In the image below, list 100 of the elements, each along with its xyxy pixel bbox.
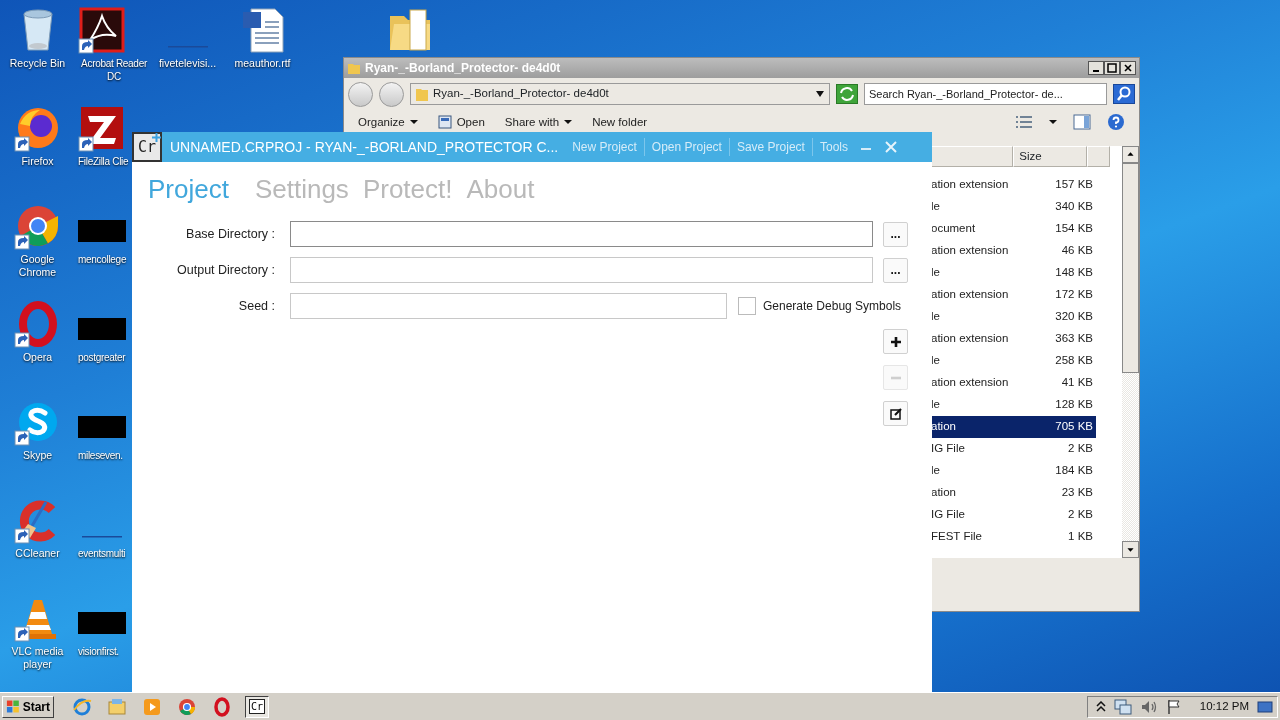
- window-icon: [437, 115, 452, 129]
- browser-icon: [212, 696, 232, 717]
- file-type: ation extension: [931, 375, 1010, 391]
- icon-label: Acrobat Reader DC: [80, 57, 148, 83]
- plus-icon: [152, 133, 161, 142]
- file-type: IG File: [931, 441, 966, 457]
- refresh-icon[interactable]: [836, 84, 858, 104]
- maximize-icon: [1107, 63, 1117, 73]
- add-button[interactable]: [883, 329, 908, 354]
- file-row[interactable]: le 320 KB: [931, 306, 1096, 328]
- file-row[interactable]: ation extension 46 KB: [931, 240, 1096, 262]
- file-row[interactable]: ation 23 KB: [931, 482, 1096, 504]
- help-icon[interactable]: [1107, 113, 1125, 131]
- file-type: le: [931, 463, 941, 479]
- flag-icon[interactable]: [1165, 698, 1182, 715]
- file-row[interactable]: ation extension 363 KB: [931, 328, 1096, 350]
- file-row[interactable]: le 340 KB: [931, 196, 1096, 218]
- icon-label: Skype: [22, 449, 53, 462]
- expand-tray-icon[interactable]: [1095, 700, 1106, 713]
- icon-label: eventsmulti: [78, 547, 126, 560]
- file-row[interactable]: ation extension 157 KB: [931, 174, 1096, 196]
- icon-label: meauthor.rtf: [234, 57, 291, 70]
- file-row[interactable]: ation 705 KB: [931, 416, 1096, 438]
- browser-icon: [72, 696, 92, 717]
- file-row[interactable]: ation extension 41 KB: [931, 372, 1096, 394]
- file-type: ation extension: [931, 177, 1010, 193]
- field-label: Output Directory :: [176, 261, 276, 279]
- window-title: Ryan-_-Borland_Protector- de4d0t: [365, 60, 561, 77]
- column-header[interactable]: Size: [1013, 146, 1088, 167]
- toolbar-button[interactable]: New folder: [592, 115, 648, 129]
- dropdown-icon[interactable]: [815, 90, 825, 98]
- file-row[interactable]: ation extension 172 KB: [931, 284, 1096, 306]
- pdf-app-icon[interactable]: [78, 6, 126, 54]
- start-button[interactable]: Start: [2, 695, 54, 718]
- file-row[interactable]: FEST File 1 KB: [931, 526, 1096, 548]
- file-type: IG File: [931, 507, 966, 523]
- caret-icon: [564, 119, 573, 125]
- edit-button[interactable]: [883, 401, 908, 426]
- media-player-icon: [142, 696, 162, 717]
- file-type: ation extension: [931, 287, 1010, 303]
- file-row[interactable]: le 258 KB: [931, 350, 1096, 372]
- scroll-down-button[interactable]: [1122, 541, 1139, 558]
- file-type: ocument: [931, 221, 977, 237]
- show-desktop-icon[interactable]: [1257, 698, 1273, 715]
- file-type: le: [931, 309, 941, 325]
- icon-label: CCleaner: [15, 547, 60, 560]
- preview-pane-icon[interactable]: [1073, 114, 1091, 130]
- toolbar-button[interactable]: Open: [437, 115, 485, 129]
- taskbar-button[interactable]: Cr: [245, 695, 269, 718]
- maximize-button[interactable]: [1104, 61, 1120, 75]
- scroll-thumb[interactable]: [1122, 163, 1139, 373]
- window-title: UNNAMED.CRPROJ - RYAN-_-BORLAND_PROTECTOR C...: [170, 137, 559, 157]
- file-type: le: [931, 199, 941, 215]
- file-row[interactable]: le 128 KB: [931, 394, 1096, 416]
- file-size: 46 KB: [1060, 243, 1094, 259]
- text-field[interactable]: [290, 293, 727, 319]
- app-logo: Cr: [132, 132, 162, 162]
- file-size: 148 KB: [1054, 265, 1094, 281]
- icon-label: fivetelevisi...: [158, 57, 217, 70]
- file-size: 705 KB: [1054, 419, 1094, 435]
- file-size: 184 KB: [1054, 463, 1094, 479]
- minimize-button[interactable]: [1088, 61, 1104, 75]
- file-size: 1 KB: [1067, 529, 1094, 545]
- text-field[interactable]: [290, 257, 873, 283]
- file-type: ation extension: [931, 243, 1010, 259]
- file-size: 258 KB: [1054, 353, 1094, 369]
- file-size: 23 KB: [1060, 485, 1094, 501]
- icon-label: Opera: [22, 351, 53, 364]
- address-bar[interactable]: Ryan-_-Borland_Protector- de4d0t: [410, 83, 830, 105]
- ftp-app-icon[interactable]: [78, 104, 126, 152]
- file-row[interactable]: le 148 KB: [931, 262, 1096, 284]
- icon-label: Recycle Bin: [9, 57, 66, 70]
- browser-icon: [177, 696, 197, 717]
- browse-button[interactable]: ...: [883, 221, 908, 247]
- text-field[interactable]: [290, 221, 873, 247]
- caret-icon[interactable]: [1049, 119, 1057, 125]
- toolbar-button[interactable]: Organize: [358, 115, 418, 129]
- scroll-up-button[interactable]: [1122, 146, 1139, 163]
- browse-button[interactable]: ...: [883, 257, 908, 283]
- scrollbar[interactable]: [1122, 146, 1139, 558]
- file-type: le: [931, 353, 941, 369]
- close-icon: [1123, 63, 1133, 73]
- search-icon[interactable]: [1113, 84, 1135, 104]
- plus-icon: [889, 335, 902, 348]
- file-type: le: [931, 397, 941, 413]
- file-row[interactable]: ocument 154 KB: [931, 218, 1096, 240]
- file-row[interactable]: IG File 2 KB: [931, 504, 1096, 526]
- file-size: 2 KB: [1067, 507, 1094, 523]
- file-row[interactable]: le 184 KB: [931, 460, 1096, 482]
- four-squares-icon: [6, 699, 21, 714]
- file-size: 340 KB: [1054, 199, 1094, 215]
- close-button[interactable]: [1120, 61, 1136, 75]
- file-type: ation extension: [931, 331, 1010, 347]
- network-icon[interactable]: [1113, 698, 1132, 715]
- field-label: Base Directory :: [185, 225, 276, 243]
- view-list-icon[interactable]: [1015, 115, 1033, 129]
- file-row[interactable]: IG File 2 KB: [931, 438, 1096, 460]
- checkbox[interactable]: [738, 297, 756, 315]
- toolbar-button[interactable]: Share with: [504, 115, 573, 129]
- search-field[interactable]: Search Ryan-_-Borland_Protector- de...: [864, 83, 1107, 105]
